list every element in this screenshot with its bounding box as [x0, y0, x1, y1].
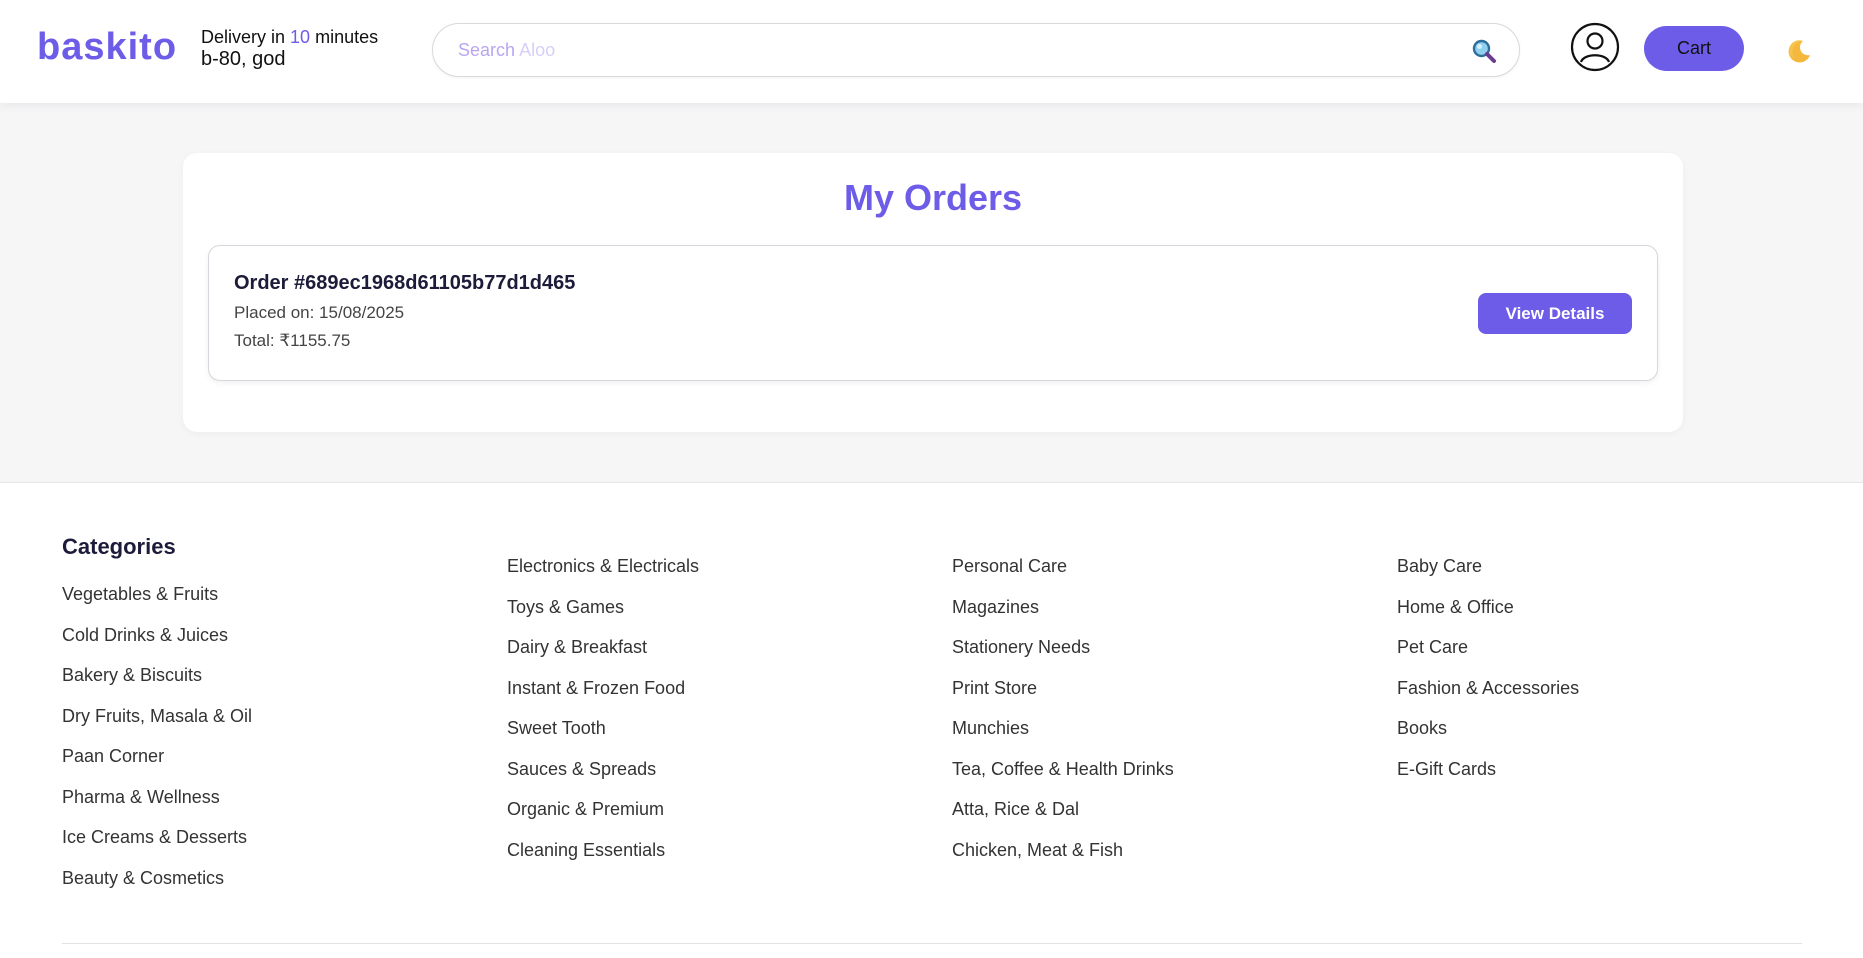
category-link[interactable]: Ice Creams & Desserts	[62, 826, 252, 867]
category-link[interactable]: Dairy & Breakfast	[507, 636, 699, 677]
category-link[interactable]: Paan Corner	[62, 745, 252, 786]
category-link[interactable]: Cold Drinks & Juices	[62, 624, 252, 665]
search-placeholder-term: Aloo	[519, 40, 556, 60]
orders-card: My Orders Order #689ec1968d61105b77d1d46…	[183, 153, 1683, 432]
order-total: Total: ₹1155.75	[234, 331, 351, 350]
category-link[interactable]: Books	[1397, 717, 1579, 758]
search-input[interactable]: Search Aloo	[432, 23, 1520, 77]
delivery-suffix: minutes	[315, 27, 379, 47]
order-id: Order #689ec1968d61105b77d1d465	[234, 272, 576, 294]
category-link[interactable]: Chicken, Meat & Fish	[952, 839, 1174, 880]
delivery-info: Delivery in 10 minutes b-80, god	[201, 26, 378, 70]
category-link[interactable]: Home & Office	[1397, 596, 1579, 637]
category-column-4: Baby Care Home & Office Pet Care Fashion…	[1397, 555, 1579, 798]
category-link[interactable]: Munchies	[952, 717, 1174, 758]
delivery-address[interactable]: b-80, god	[201, 48, 378, 70]
category-link[interactable]: Fashion & Accessories	[1397, 677, 1579, 718]
view-details-button[interactable]: View Details	[1478, 293, 1632, 334]
search-icon[interactable]	[1471, 38, 1497, 64]
category-link[interactable]: Beauty & Cosmetics	[62, 867, 252, 908]
category-link[interactable]: Pharma & Wellness	[62, 786, 252, 827]
moon-icon[interactable]	[1786, 38, 1812, 64]
category-link[interactable]: Atta, Rice & Dal	[952, 798, 1174, 839]
category-link[interactable]: Instant & Frozen Food	[507, 677, 699, 718]
search-placeholder: Search Aloo	[458, 40, 555, 61]
search-placeholder-prefix: Search	[458, 40, 516, 60]
delivery-minutes: 10	[290, 27, 311, 47]
footer-divider	[62, 943, 1802, 944]
category-column-2: Electronics & Electricals Toys & Games D…	[507, 555, 699, 879]
top-header: baskito Delivery in 10 minutes b-80, god…	[0, 0, 1863, 103]
category-link[interactable]: Pet Care	[1397, 636, 1579, 677]
category-link[interactable]: Vegetables & Fruits	[62, 583, 252, 624]
page-title: My Orders	[843, 177, 1023, 218]
category-link[interactable]: Toys & Games	[507, 596, 699, 637]
category-link[interactable]: Print Store	[952, 677, 1174, 718]
category-link[interactable]: Organic & Premium	[507, 798, 699, 839]
category-link[interactable]: Bakery & Biscuits	[62, 664, 252, 705]
category-link[interactable]: Baby Care	[1397, 555, 1579, 596]
category-link[interactable]: Magazines	[952, 596, 1174, 637]
cart-button[interactable]: Cart	[1644, 26, 1744, 71]
category-link[interactable]: Electronics & Electricals	[507, 555, 699, 596]
footer: Categories Vegetables & Fruits Cold Drin…	[0, 482, 1863, 958]
category-link[interactable]: Tea, Coffee & Health Drinks	[952, 758, 1174, 799]
category-link[interactable]: Dry Fruits, Masala & Oil	[62, 705, 252, 746]
category-column-1: Vegetables & Fruits Cold Drinks & Juices…	[62, 583, 252, 907]
category-link[interactable]: Sauces & Spreads	[507, 758, 699, 799]
category-link[interactable]: Stationery Needs	[952, 636, 1174, 677]
user-circle-icon[interactable]	[1570, 22, 1620, 72]
category-link[interactable]: E-Gift Cards	[1397, 758, 1579, 799]
order-date: Placed on: 15/08/2025	[234, 303, 405, 322]
category-link[interactable]: Cleaning Essentials	[507, 839, 699, 880]
delivery-prefix: Delivery in	[201, 27, 286, 47]
category-link[interactable]: Personal Care	[952, 555, 1174, 596]
brand-logo[interactable]: baskito	[37, 26, 177, 69]
category-column-3: Personal Care Magazines Stationery Needs…	[952, 555, 1174, 879]
category-link[interactable]: Sweet Tooth	[507, 717, 699, 758]
categories-heading: Categories	[62, 534, 176, 559]
order-item: Order #689ec1968d61105b77d1d465 Placed o…	[208, 245, 1658, 381]
